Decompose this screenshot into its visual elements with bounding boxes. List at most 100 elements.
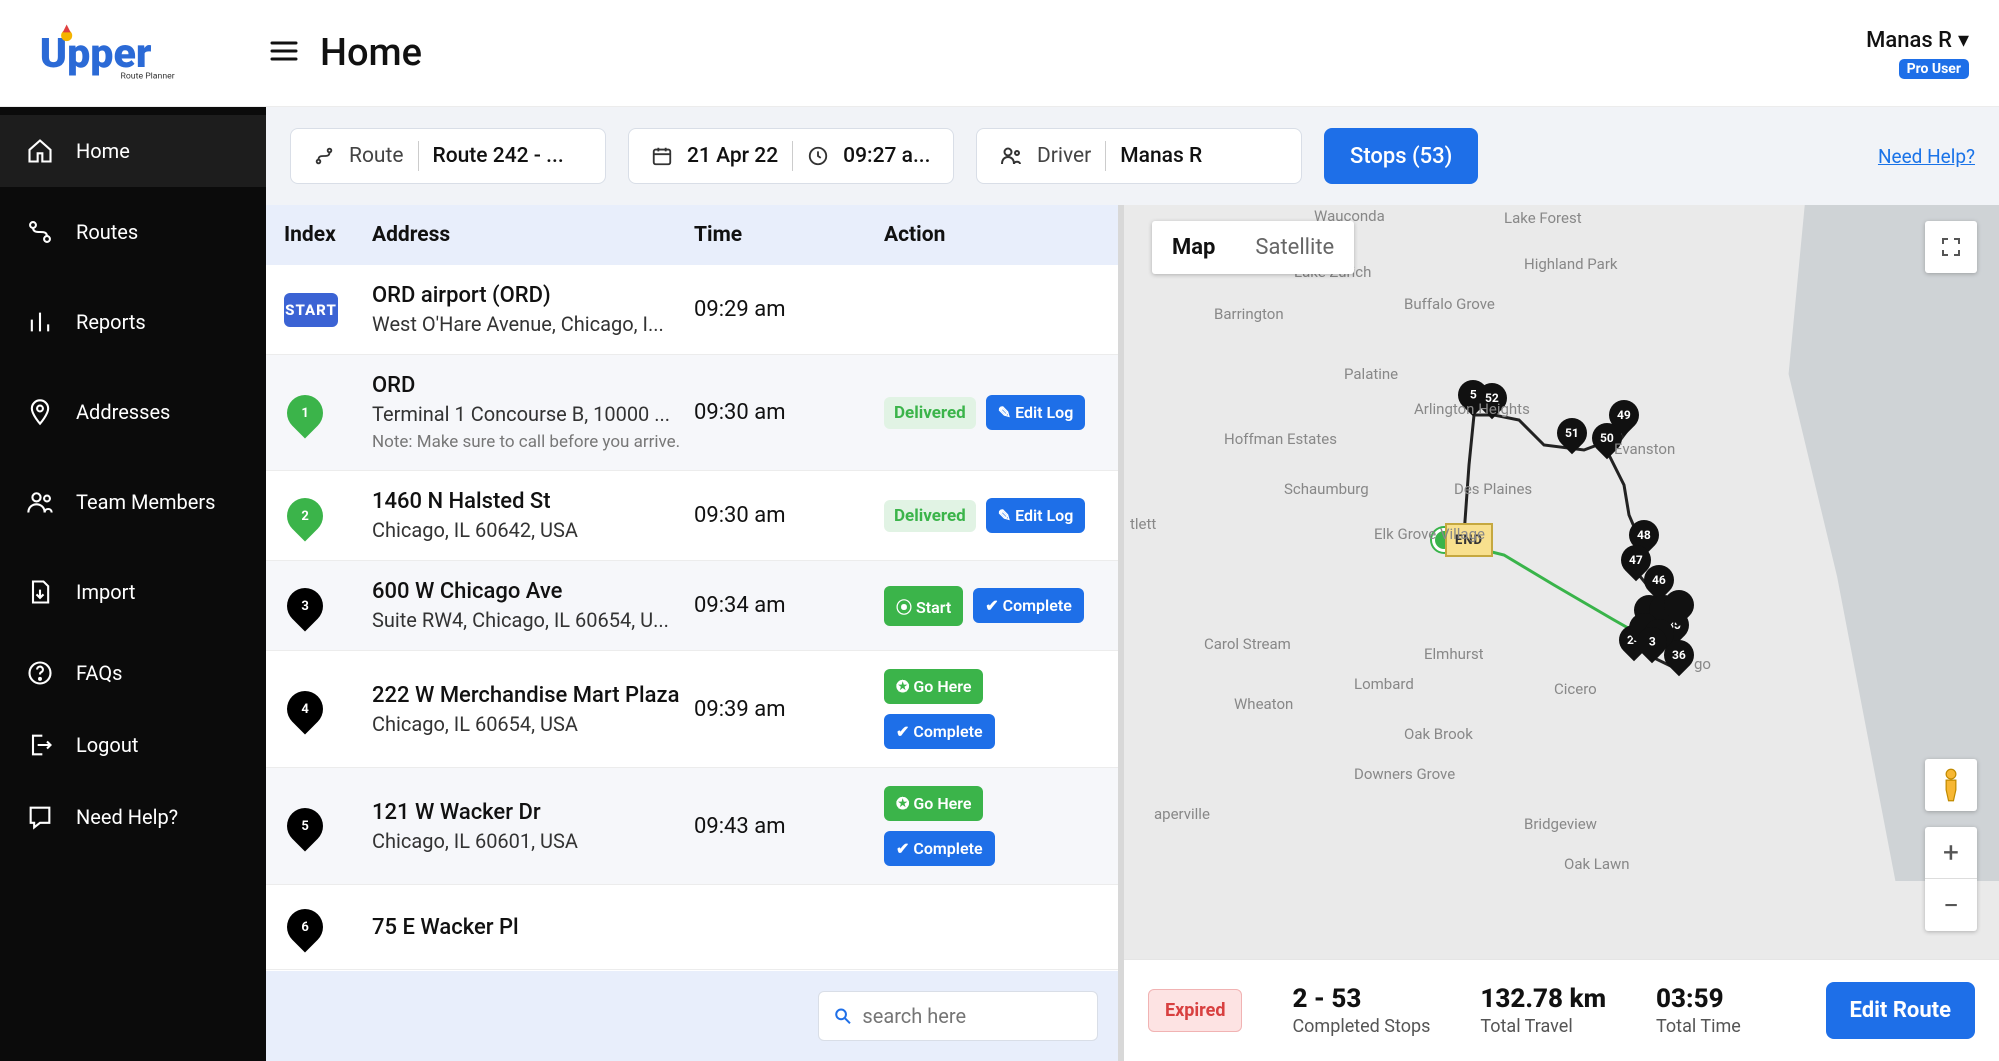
search-bar xyxy=(266,971,1118,1061)
sidebar-item-reports[interactable]: Reports xyxy=(0,277,266,367)
edit-log-button[interactable]: ✎ Edit Log xyxy=(986,498,1086,533)
map-place-label: Carol Stream xyxy=(1204,635,1291,653)
edit-route-button[interactable]: Edit Route xyxy=(1826,982,1975,1039)
stat-duration: 03:59 Total Time xyxy=(1656,984,1741,1037)
filter-bar: Route Route 242 - ... 21 Apr 22 09:27 a.… xyxy=(266,107,1999,205)
sidebar-item-label: Reports xyxy=(76,310,146,334)
table-row[interactable]: 1ORDTerminal 1 Concourse B, 10000 ...Not… xyxy=(266,355,1118,471)
map-place-label: Highland Park xyxy=(1524,255,1618,273)
complete-button[interactable]: ✔ Complete xyxy=(973,588,1084,623)
driver-selector[interactable]: Driver Manas R xyxy=(976,128,1302,184)
map-pane: END 5525149504847463524363 WaucondaLake … xyxy=(1124,205,1999,1061)
delivered-badge: Delivered xyxy=(884,397,976,429)
map-place-label: Elmhurst xyxy=(1424,645,1484,663)
route-icon xyxy=(313,145,335,167)
map-place-label: Oak Lawn xyxy=(1564,855,1630,873)
table-header: Index Address Time Action xyxy=(266,205,1118,265)
sidebar-item-import[interactable]: Import xyxy=(0,547,266,637)
expired-badge: Expired xyxy=(1148,989,1242,1032)
map-place-label: aperville xyxy=(1154,805,1210,823)
topbar: Upper Route Planner Home Manas R ▾ Pro U… xyxy=(0,0,1999,107)
stops-list[interactable]: STARTORD airport (ORD)West O'Hare Avenue… xyxy=(266,265,1118,971)
stop-marker: 1 xyxy=(284,389,326,437)
map-place-label: Arlington Heights xyxy=(1414,400,1530,418)
date-time-selector[interactable]: 21 Apr 22 09:27 a... xyxy=(628,128,954,184)
chevron-down-icon: ▾ xyxy=(1958,28,1969,53)
map-place-label: Lombard xyxy=(1354,675,1414,693)
sidebar-item-logout[interactable]: Logout xyxy=(0,709,266,781)
user-menu[interactable]: Manas R ▾ Pro User xyxy=(1866,28,1969,79)
map-place-label: Oak Brook xyxy=(1404,725,1473,743)
user-name-label: Manas R xyxy=(1866,28,1952,53)
map-place-label: tlett xyxy=(1130,515,1156,533)
map-place-label: Elk Grove Village xyxy=(1374,525,1485,543)
sidebar: Home Routes Reports Addresses Team Membe… xyxy=(0,107,266,1061)
map-place-label: go xyxy=(1694,655,1711,673)
complete-button[interactable]: ✔ Complete xyxy=(884,831,995,866)
sidebar-item-label: Home xyxy=(76,139,130,163)
driver-icon xyxy=(999,144,1023,168)
go-here-button[interactable]: ✪ Go Here xyxy=(884,786,983,821)
sidebar-item-team[interactable]: Team Members xyxy=(0,457,266,547)
svg-text:Route Planner: Route Planner xyxy=(120,71,174,81)
sidebar-item-home[interactable]: Home xyxy=(0,115,266,187)
zoom-in-button[interactable]: + xyxy=(1925,827,1977,879)
search-icon xyxy=(833,1005,852,1027)
map-place-label: Des Plaines xyxy=(1454,480,1532,498)
sidebar-item-label: FAQs xyxy=(76,661,122,685)
go-here-button[interactable]: ✪ Go Here xyxy=(884,669,983,704)
stop-marker: 6 xyxy=(284,903,326,951)
table-row[interactable]: 4222 W Merchandise Mart PlazaChicago, IL… xyxy=(266,651,1118,768)
need-help-link[interactable]: Need Help? xyxy=(1878,145,1975,168)
zoom-out-button[interactable]: − xyxy=(1925,879,1977,931)
sidebar-item-faqs[interactable]: FAQs xyxy=(0,637,266,709)
map-place-label: Cicero xyxy=(1554,680,1597,698)
stop-marker: 5 xyxy=(284,802,326,850)
page-title: Home xyxy=(320,31,422,75)
logo: Upper Route Planner xyxy=(30,14,230,92)
sidebar-item-addresses[interactable]: Addresses xyxy=(0,367,266,457)
edit-log-button[interactable]: ✎ Edit Log xyxy=(986,395,1086,430)
route-selector[interactable]: Route Route 242 - ... xyxy=(290,128,606,184)
satellite-tab[interactable]: Satellite xyxy=(1235,221,1354,274)
content: Route Route 242 - ... 21 Apr 22 09:27 a.… xyxy=(266,107,1999,1061)
map-place-label: Palatine xyxy=(1344,365,1398,383)
search-input[interactable] xyxy=(862,1004,1083,1028)
start-button[interactable]: ⦿ Start xyxy=(884,586,963,626)
map-place-label: Hoffman Estates xyxy=(1224,430,1337,448)
calendar-icon xyxy=(651,145,673,167)
stops-button[interactable]: Stops (53) xyxy=(1324,128,1478,184)
sidebar-item-routes[interactable]: Routes xyxy=(0,187,266,277)
table-row[interactable]: STARTORD airport (ORD)West O'Hare Avenue… xyxy=(266,265,1118,355)
start-badge: START xyxy=(284,293,338,327)
delivered-badge: Delivered xyxy=(884,500,976,532)
clock-icon xyxy=(807,145,829,167)
table-row[interactable]: 3600 W Chicago AveSuite RW4, Chicago, IL… xyxy=(266,561,1118,651)
map-place-label: Downers Grove xyxy=(1354,765,1455,783)
pro-badge: Pro User xyxy=(1899,59,1969,79)
stop-marker: 3 xyxy=(284,582,326,630)
pegman-icon[interactable] xyxy=(1925,759,1977,811)
map-place-label: Barrington xyxy=(1214,305,1284,323)
complete-button[interactable]: ✔ Complete xyxy=(884,714,995,749)
table-row[interactable]: 5121 W Wacker DrChicago, IL 60601, USA09… xyxy=(266,768,1118,885)
table-row[interactable]: 21460 N Halsted StChicago, IL 60642, USA… xyxy=(266,471,1118,561)
map-place-label: Buffalo Grove xyxy=(1404,295,1495,313)
sidebar-item-label: Team Members xyxy=(76,490,216,514)
sidebar-item-help[interactable]: Need Help? xyxy=(0,781,266,853)
menu-toggle-icon[interactable] xyxy=(270,39,298,68)
map-place-label: Schaumburg xyxy=(1284,480,1369,498)
sidebar-item-label: Need Help? xyxy=(76,805,178,829)
stat-completed: 2 - 53 Completed Stops xyxy=(1292,984,1430,1037)
search-input-wrapper[interactable] xyxy=(818,991,1098,1041)
sidebar-item-label: Logout xyxy=(76,733,138,757)
sidebar-item-label: Addresses xyxy=(76,400,170,424)
map-tab[interactable]: Map xyxy=(1152,221,1235,274)
map-place-label: Lake Forest xyxy=(1504,209,1582,227)
map-canvas[interactable]: END 5525149504847463524363 WaucondaLake … xyxy=(1124,205,1999,1061)
map-place-label: Evanston xyxy=(1614,440,1675,458)
fullscreen-icon[interactable] xyxy=(1925,221,1977,273)
map-type-toggle[interactable]: Map Satellite xyxy=(1152,221,1354,274)
map-summary-bar: Expired 2 - 53 Completed Stops 132.78 km… xyxy=(1124,959,1999,1061)
table-row[interactable]: 675 E Wacker Pl xyxy=(266,885,1118,970)
